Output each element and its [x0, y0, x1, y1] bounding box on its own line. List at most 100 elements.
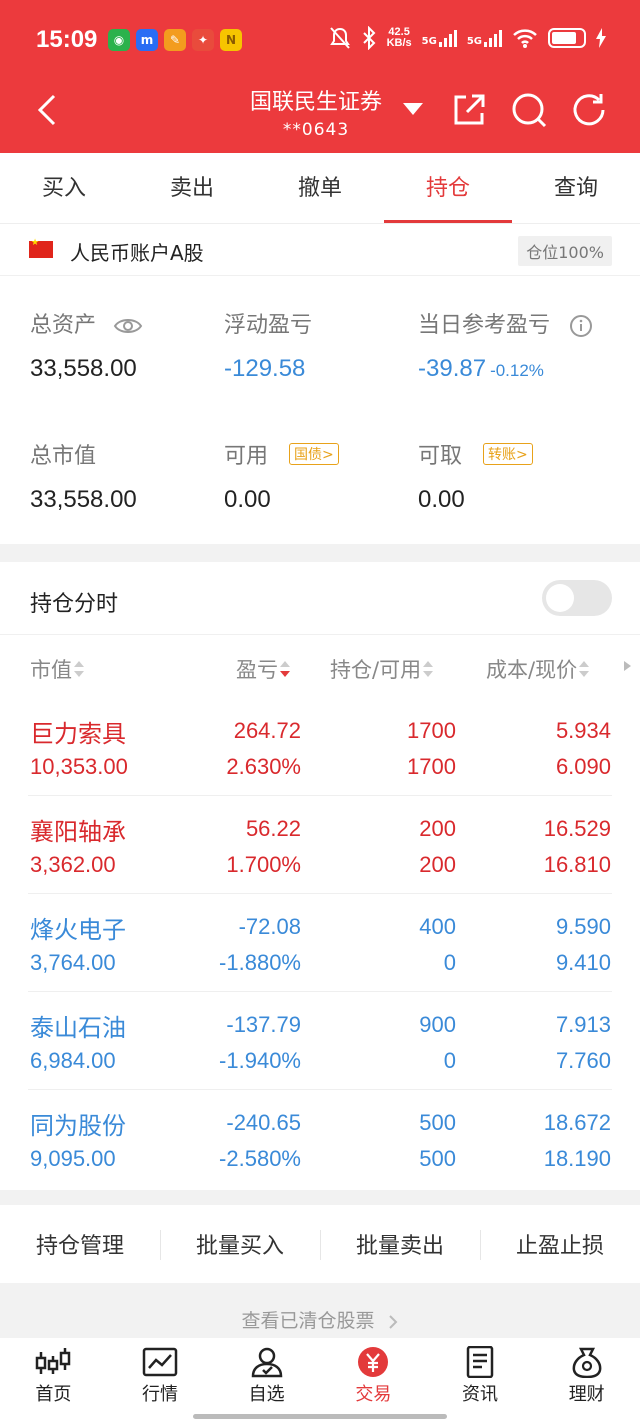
eye-icon[interactable] — [113, 316, 143, 336]
nav-watchlist[interactable]: 自选 — [213, 1338, 320, 1422]
holding-row[interactable]: 泰山石油 6,984.00 -137.79 -1.940% 900 0 7.913 7.760 — [0, 992, 640, 1090]
stock-cost: 5.934 — [555, 718, 611, 743]
total-assets: 总资产 33,558.00 — [30, 307, 143, 383]
tab-cancel[interactable]: 撤单 — [256, 153, 384, 223]
search-icon[interactable] — [510, 91, 548, 129]
holding-row[interactable]: 烽火电子 3,764.00 -72.08 -1.880% 400 0 9.590 9.410 — [0, 894, 640, 992]
treasury-bond-link[interactable]: 国债> — [289, 443, 339, 465]
signal-bars-icon — [484, 29, 502, 47]
col-position[interactable]: 持仓/可用 — [330, 654, 434, 684]
nav-news[interactable]: 资讯 — [427, 1338, 534, 1422]
bluetooth-icon — [362, 26, 376, 50]
stock-cost: 7.913 — [555, 1012, 611, 1037]
batch-sell-button[interactable]: 批量卖出 — [320, 1228, 480, 1260]
mute-bell-icon — [329, 27, 350, 49]
wifi-icon — [513, 29, 537, 48]
col-cost[interactable]: 成本/现价 — [486, 654, 590, 684]
refresh-icon[interactable] — [571, 91, 609, 129]
stock-pl-pct: 1.700% — [226, 852, 301, 877]
position-manage-button[interactable]: 持仓管理 — [0, 1228, 160, 1260]
home-indicator — [193, 1414, 447, 1419]
stock-pl: 264.72 — [233, 718, 301, 743]
stock-pl: -240.65 — [226, 1110, 301, 1135]
china-flag-icon — [29, 238, 53, 258]
stock-pl-pct: -1.880% — [219, 950, 301, 975]
holding-row[interactable]: 巨力索具 10,353.00 264.72 2.630% 1700 1700 5.934 6.… — [0, 698, 640, 796]
holdings-section: 持仓分时 市值 盈亏 持仓/可用 成本/现价 巨力索具 10,353.00 264.… — [0, 562, 640, 1190]
market-value-value: 33,558.00 — [30, 486, 137, 513]
broker-selector[interactable]: 国联民生证券 **0643 — [250, 84, 382, 140]
stop-profit-loss-button[interactable]: 止盈止损 — [480, 1228, 640, 1260]
stock-market-value: 9,095.00 — [30, 1146, 116, 1171]
trade-tabs: 买入 卖出 撤单 持仓 查询 — [0, 153, 640, 224]
floating-pl-value: -129.58 — [224, 355, 306, 382]
stock-cost: 16.529 — [543, 816, 611, 841]
stock-market-value: 3,362.00 — [30, 852, 116, 877]
money-bag-icon — [572, 1347, 602, 1378]
app-header: 15:09 ◉ m ✎ ✦ N 42.5 KB/s 5G 5G 国联民生证券 *… — [0, 0, 640, 153]
sort-icon — [579, 660, 590, 678]
candlestick-icon — [36, 1348, 71, 1374]
stock-pl: -72.08 — [238, 914, 301, 939]
stock-available: 0 — [443, 1048, 456, 1073]
stock-available: 1700 — [407, 754, 456, 779]
back-arrow-icon[interactable] — [34, 92, 64, 128]
stock-cost: 9.590 — [555, 914, 611, 939]
holdings-intraday-toggle[interactable] — [542, 580, 612, 616]
stock-market-value: 6,984.00 — [30, 1048, 116, 1073]
sort-icon — [74, 660, 84, 678]
stock-name: 同为股份 — [30, 1112, 126, 1140]
sort-icon — [423, 660, 434, 678]
nav-trade[interactable]: 交易 — [320, 1338, 427, 1422]
stock-position: 1700 — [407, 718, 456, 743]
holdings-intraday-title: 持仓分时 — [30, 592, 119, 617]
scroll-right-icon[interactable] — [624, 661, 631, 671]
daily-pl-value: -39.87 — [418, 355, 487, 382]
nav-home[interactable]: 首页 — [0, 1338, 107, 1422]
cleared-stocks-link[interactable]: 查看已清仓股票 — [0, 1306, 640, 1333]
col-pl[interactable]: 盈亏 — [236, 654, 290, 684]
info-icon[interactable] — [569, 314, 593, 338]
yuan-icon — [358, 1347, 389, 1377]
account-summary: 人民币账户A股 仓位100% 总资产 33,558.00 浮动盈亏 -129.5… — [0, 224, 640, 544]
tab-buy[interactable]: 买入 — [0, 153, 128, 223]
stock-price: 6.090 — [555, 754, 611, 779]
market-value: 总市值 33,558.00 — [30, 444, 137, 513]
floating-pl: 浮动盈亏 -129.58 — [224, 313, 313, 382]
signal-2: 5G — [467, 29, 502, 47]
app-game-icon: ✦ — [192, 29, 214, 51]
batch-buy-button[interactable]: 批量买入 — [160, 1228, 320, 1260]
tab-query[interactable]: 查询 — [512, 153, 640, 223]
withdrawable-value: 0.00 — [418, 486, 465, 513]
stock-cost: 18.672 — [543, 1110, 611, 1135]
account-type-row[interactable]: 人民币账户A股 仓位100% — [0, 224, 640, 276]
tab-holdings[interactable]: 持仓 — [384, 153, 512, 223]
document-icon — [466, 1346, 494, 1378]
stock-position: 400 — [419, 914, 456, 939]
holding-row[interactable]: 同为股份 9,095.00 -240.65 -2.580% 500 500 18.672 18… — [0, 1090, 640, 1188]
nav-market[interactable]: 行情 — [107, 1338, 214, 1422]
chevron-down-icon[interactable] — [403, 103, 423, 115]
stock-pl-pct: -2.580% — [219, 1146, 301, 1171]
battery-icon — [548, 28, 586, 48]
status-bar: 15:09 ◉ m ✎ ✦ N 42.5 KB/s 5G 5G — [0, 0, 640, 78]
signal-bars-icon — [438, 29, 457, 47]
broker-name: 国联民生证券 — [250, 90, 383, 115]
available-value: 0.00 — [224, 486, 271, 513]
holding-row[interactable]: 襄阳轴承 3,362.00 56.22 1.700% 200 200 16.529 16.81… — [0, 796, 640, 894]
stock-market-value: 3,764.00 — [30, 950, 116, 975]
stock-position: 500 — [419, 1110, 456, 1135]
app-orange-icon: ✎ — [164, 29, 186, 51]
col-market-value[interactable]: 市值 — [30, 654, 84, 684]
stock-pl-pct: 2.630% — [226, 754, 301, 779]
chevron-right-icon — [388, 1314, 397, 1329]
transfer-link[interactable]: 转账> — [483, 443, 533, 465]
tab-sell[interactable]: 卖出 — [128, 153, 256, 223]
stock-market-value: 10,353.00 — [30, 754, 128, 779]
stock-available: 0 — [443, 950, 456, 975]
share-icon[interactable] — [450, 91, 488, 129]
total-assets-value: 33,558.00 — [30, 355, 137, 382]
stock-pl-pct: -1.940% — [219, 1048, 301, 1073]
app-m-icon: m — [136, 29, 158, 51]
nav-wealth[interactable]: 理财 — [533, 1338, 640, 1422]
